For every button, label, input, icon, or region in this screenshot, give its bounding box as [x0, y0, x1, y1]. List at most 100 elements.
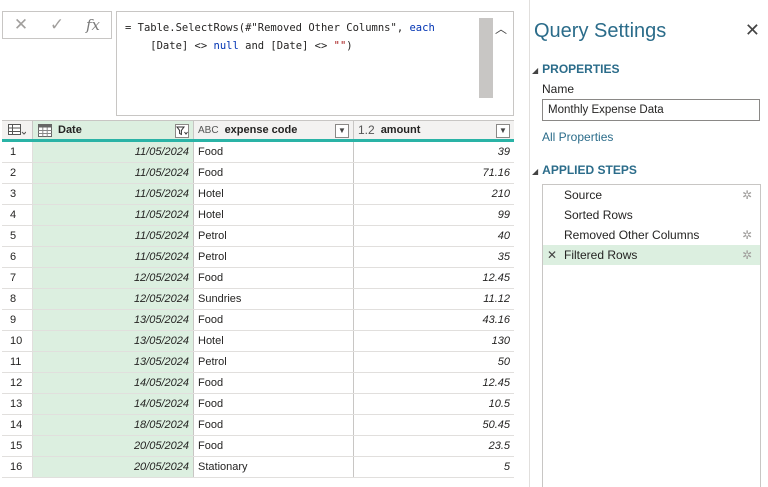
row-number[interactable]: 11	[2, 352, 33, 372]
row-number[interactable]: 14	[2, 415, 33, 435]
cell-date[interactable]: 20/05/2024	[33, 436, 194, 456]
cell-amount[interactable]: 71.16	[354, 163, 514, 183]
table-menu-icon[interactable]	[2, 121, 33, 139]
applied-step[interactable]: Removed Other Columns ✲	[543, 225, 760, 245]
cell-amount[interactable]: 43.16	[354, 310, 514, 330]
cell-expense-code[interactable]: Food	[194, 436, 354, 456]
collapse-chevron-icon[interactable]: ︿	[495, 20, 507, 37]
row-number[interactable]: 3	[2, 184, 33, 204]
cell-expense-code[interactable]: Hotel	[194, 331, 354, 351]
delete-step-icon[interactable]: ✕	[547, 245, 557, 265]
formula-text[interactable]: = Table.SelectRows(#"Removed Other Colum…	[125, 19, 480, 55]
applied-step[interactable]: Source ✲	[543, 185, 760, 205]
properties-section-header[interactable]: ◢ PROPERTIES	[532, 62, 620, 76]
cell-date[interactable]: 11/05/2024	[33, 184, 194, 204]
applied-step[interactable]: Sorted Rows	[543, 205, 760, 225]
table-row[interactable]: 1 11/05/2024 Food 39	[2, 142, 514, 163]
cell-expense-code[interactable]: Stationary	[194, 457, 354, 477]
commit-icon[interactable]: ✓	[43, 15, 71, 35]
cell-expense-code[interactable]: Petrol	[194, 352, 354, 372]
cell-date[interactable]: 20/05/2024	[33, 457, 194, 477]
table-row[interactable]: 16 20/05/2024 Stationary 5	[2, 457, 514, 478]
table-row[interactable]: 4 11/05/2024 Hotel 99	[2, 205, 514, 226]
table-row[interactable]: 2 11/05/2024 Food 71.16	[2, 163, 514, 184]
row-number[interactable]: 2	[2, 163, 33, 183]
column-header-date[interactable]: Date	[33, 121, 194, 139]
row-number[interactable]: 12	[2, 373, 33, 393]
row-number[interactable]: 5	[2, 226, 33, 246]
table-row[interactable]: 11 13/05/2024 Petrol 50	[2, 352, 514, 373]
filter-applied-icon[interactable]	[175, 124, 189, 138]
cell-date[interactable]: 11/05/2024	[33, 247, 194, 267]
row-number[interactable]: 9	[2, 310, 33, 330]
cell-expense-code[interactable]: Food	[194, 268, 354, 288]
close-icon[interactable]: ✕	[745, 20, 760, 41]
step-settings-gear-icon[interactable]: ✲	[742, 245, 752, 265]
collapse-triangle-icon[interactable]: ◢	[532, 167, 538, 176]
cell-date[interactable]: 14/05/2024	[33, 394, 194, 414]
table-row[interactable]: 12 14/05/2024 Food 12.45	[2, 373, 514, 394]
cancel-icon[interactable]: ✕	[7, 15, 35, 35]
cell-date[interactable]: 11/05/2024	[33, 226, 194, 246]
cell-amount[interactable]: 99	[354, 205, 514, 225]
collapse-triangle-icon[interactable]: ◢	[532, 66, 538, 75]
step-settings-gear-icon[interactable]: ✲	[742, 185, 752, 205]
row-number[interactable]: 16	[2, 457, 33, 477]
cell-amount[interactable]: 50.45	[354, 415, 514, 435]
cell-date[interactable]: 12/05/2024	[33, 289, 194, 309]
table-row[interactable]: 7 12/05/2024 Food 12.45	[2, 268, 514, 289]
table-row[interactable]: 9 13/05/2024 Food 43.16	[2, 310, 514, 331]
row-number[interactable]: 1	[2, 142, 33, 162]
column-header-expense-code[interactable]: ABC expense code ▼	[194, 121, 354, 139]
row-number[interactable]: 10	[2, 331, 33, 351]
cell-expense-code[interactable]: Petrol	[194, 226, 354, 246]
table-row[interactable]: 8 12/05/2024 Sundries 11.12	[2, 289, 514, 310]
cell-date[interactable]: 13/05/2024	[33, 331, 194, 351]
cell-expense-code[interactable]: Hotel	[194, 205, 354, 225]
applied-step[interactable]: ✕ Filtered Rows ✲	[543, 245, 760, 265]
cell-expense-code[interactable]: Food	[194, 373, 354, 393]
cell-amount[interactable]: 210	[354, 184, 514, 204]
applied-steps-section-header[interactable]: ◢ APPLIED STEPS	[532, 163, 637, 177]
table-row[interactable]: 6 11/05/2024 Petrol 35	[2, 247, 514, 268]
cell-expense-code[interactable]: Food	[194, 163, 354, 183]
column-header-amount[interactable]: 1.2 amount ▼	[354, 121, 514, 139]
row-number[interactable]: 6	[2, 247, 33, 267]
cell-date[interactable]: 13/05/2024	[33, 310, 194, 330]
cell-amount[interactable]: 23.5	[354, 436, 514, 456]
table-row[interactable]: 3 11/05/2024 Hotel 210	[2, 184, 514, 205]
row-number[interactable]: 13	[2, 394, 33, 414]
formula-editor[interactable]: = Table.SelectRows(#"Removed Other Colum…	[116, 11, 514, 116]
cell-amount[interactable]: 12.45	[354, 268, 514, 288]
cell-date[interactable]: 12/05/2024	[33, 268, 194, 288]
cell-expense-code[interactable]: Hotel	[194, 184, 354, 204]
cell-expense-code[interactable]: Food	[194, 310, 354, 330]
cell-date[interactable]: 11/05/2024	[33, 205, 194, 225]
all-properties-link[interactable]: All Properties	[542, 130, 613, 144]
cell-date[interactable]: 11/05/2024	[33, 163, 194, 183]
row-number[interactable]: 7	[2, 268, 33, 288]
table-row[interactable]: 10 13/05/2024 Hotel 130	[2, 331, 514, 352]
cell-expense-code[interactable]: Food	[194, 394, 354, 414]
cell-amount[interactable]: 130	[354, 331, 514, 351]
table-row[interactable]: 5 11/05/2024 Petrol 40	[2, 226, 514, 247]
row-number[interactable]: 8	[2, 289, 33, 309]
fx-icon[interactable]: fx	[79, 16, 107, 34]
cell-amount[interactable]: 40	[354, 226, 514, 246]
row-number[interactable]: 15	[2, 436, 33, 456]
step-settings-gear-icon[interactable]: ✲	[742, 225, 752, 245]
cell-amount[interactable]: 35	[354, 247, 514, 267]
cell-date[interactable]: 13/05/2024	[33, 352, 194, 372]
cell-expense-code[interactable]: Sundries	[194, 289, 354, 309]
table-row[interactable]: 14 18/05/2024 Food 50.45	[2, 415, 514, 436]
cell-amount[interactable]: 39	[354, 142, 514, 162]
cell-amount[interactable]: 50	[354, 352, 514, 372]
cell-amount[interactable]: 12.45	[354, 373, 514, 393]
table-row[interactable]: 13 14/05/2024 Food 10.5	[2, 394, 514, 415]
cell-expense-code[interactable]: Food	[194, 142, 354, 162]
cell-expense-code[interactable]: Petrol	[194, 247, 354, 267]
cell-amount[interactable]: 11.12	[354, 289, 514, 309]
cell-date[interactable]: 11/05/2024	[33, 142, 194, 162]
cell-expense-code[interactable]: Food	[194, 415, 354, 435]
cell-amount[interactable]: 5	[354, 457, 514, 477]
